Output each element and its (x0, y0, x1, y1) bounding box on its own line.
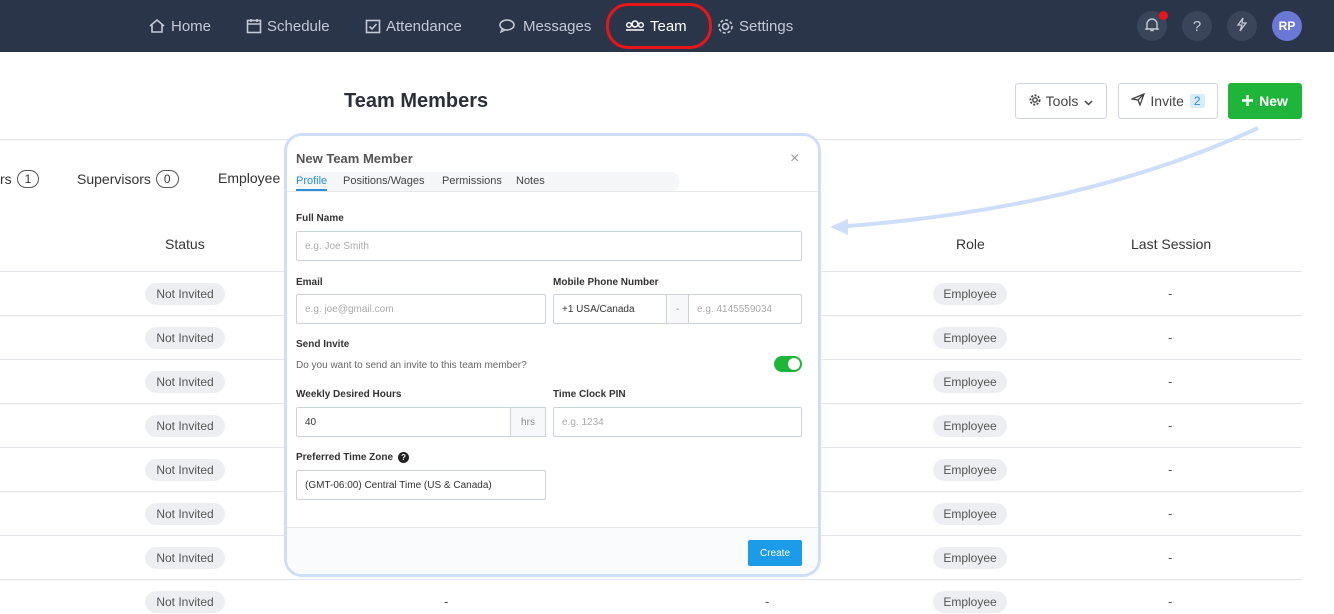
new-team-member-modal: New Team Member × Profile Positions/Wage… (287, 136, 818, 574)
timezone-select[interactable]: (GMT-06:00) Central Time (US & Canada) (296, 470, 546, 500)
full-name-input[interactable]: e.g. Joe Smith (296, 231, 802, 261)
phone-number-input[interactable]: e.g. 4145559034 (688, 294, 802, 324)
weekly-hours-label: Weekly Desired Hours (296, 389, 402, 400)
send-invite-label: Send Invite (296, 339, 350, 350)
tab-notes[interactable]: Notes (516, 175, 545, 187)
send-invite-question: Do you want to send an invite to this te… (296, 360, 527, 371)
hours-unit: hrs (510, 407, 546, 437)
close-icon[interactable]: × (790, 150, 799, 168)
phone-country-select[interactable]: +1 USA/Canada (553, 294, 667, 324)
send-invite-toggle[interactable] (774, 356, 802, 372)
phone-separator: - (666, 294, 689, 324)
modal-footer (287, 527, 818, 574)
weekly-hours-input[interactable]: 40 (296, 407, 511, 437)
email-label: Email (296, 277, 323, 288)
tab-permissions[interactable]: Permissions (442, 175, 502, 187)
pin-label: Time Clock PIN (553, 389, 626, 400)
tab-positions-wages[interactable]: Positions/Wages (343, 175, 425, 187)
help-icon[interactable]: ? (398, 452, 410, 463)
tab-profile[interactable]: Profile (296, 175, 328, 191)
modal-tabs: Profile Positions/Wages Permissions Note… (287, 172, 818, 192)
timezone-label: Preferred Time Zone (296, 452, 394, 463)
modal-title: New Team Member (296, 151, 413, 166)
full-name-label: Full Name (296, 213, 344, 224)
timezone-label-row: Preferred Time Zone ? (296, 452, 410, 463)
create-button[interactable]: Create (748, 540, 802, 566)
email-input[interactable]: e.g. joe@gmail.com (296, 294, 546, 324)
phone-label: Mobile Phone Number (553, 277, 659, 288)
pin-input[interactable]: e.g. 1234 (553, 407, 802, 437)
toggle-knob (788, 358, 800, 370)
